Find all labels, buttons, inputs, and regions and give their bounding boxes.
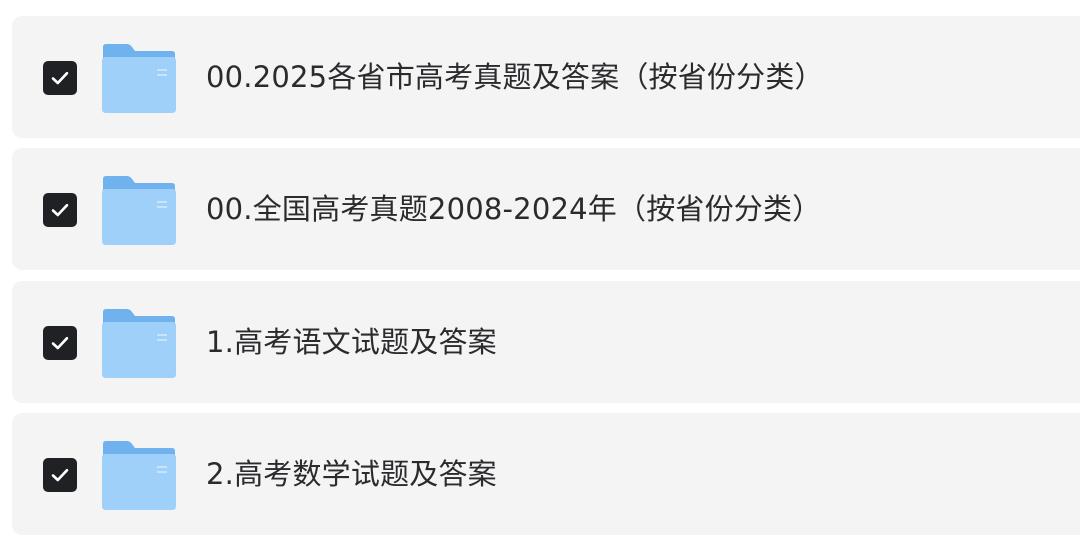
checkmark-icon [51,71,69,85]
folder-row[interactable]: 00.全国高考真题2008-2024年（按省份分类） [12,148,1080,270]
folder-icon [101,175,177,245]
checkmark-icon [51,203,69,217]
folder-name[interactable]: 00.2025各省市高考真题及答案（按省份分类） [206,16,824,138]
folder-row[interactable]: 1.高考语文试题及答案 [12,281,1080,403]
checkmark-icon [51,336,69,350]
folder-checkbox[interactable] [43,61,77,95]
folder-name[interactable]: 00.全国高考真题2008-2024年（按省份分类） [206,148,821,270]
folder-row[interactable]: 2.高考数学试题及答案 [12,413,1080,535]
folder-checkbox[interactable] [43,458,77,492]
folder-checkbox[interactable] [43,326,77,360]
folder-icon [101,43,177,113]
checkmark-icon [51,468,69,482]
folder-row[interactable]: 00.2025各省市高考真题及答案（按省份分类） [12,16,1080,138]
folder-icon [101,308,177,378]
folder-checkbox[interactable] [43,193,77,227]
folder-name[interactable]: 2.高考数学试题及答案 [206,413,497,535]
file-list: 00.2025各省市高考真题及答案（按省份分类） 00.全国高考真题2008-2… [0,0,1080,539]
folder-icon [101,440,177,510]
folder-name[interactable]: 1.高考语文试题及答案 [206,281,497,403]
